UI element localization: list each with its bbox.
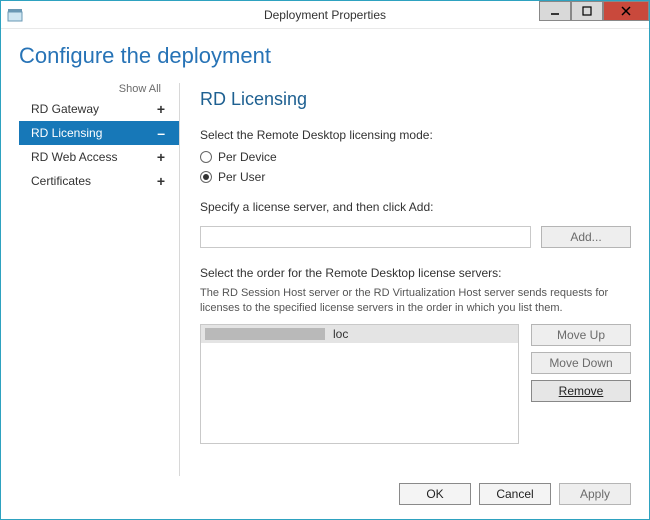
add-server-row: Add... [200,226,631,248]
sidebar-item-label: RD Licensing [31,126,102,140]
sidebar-item-rd-web-access[interactable]: RD Web Access + [19,145,179,169]
expand-icon: + [157,149,165,165]
titlebar: Deployment Properties [1,1,649,29]
add-button[interactable]: Add... [541,226,631,248]
specify-label: Specify a license server, and then click… [200,200,631,214]
cancel-button[interactable]: Cancel [479,483,551,505]
vertical-divider [179,83,180,476]
radio-label: Per Device [218,150,277,164]
order-label: Select the order for the Remote Desktop … [200,266,631,280]
license-server-input[interactable] [200,226,531,248]
license-server-listbox[interactable]: loc [200,324,519,444]
list-item[interactable]: loc [201,325,518,343]
sidebar-item-certificates[interactable]: Certificates + [19,169,179,193]
order-help-text: The RD Session Host server or the RD Vir… [200,286,631,316]
ok-button[interactable]: OK [399,483,471,505]
radio-icon [200,151,212,163]
redacted-text [205,328,325,340]
mode-label: Select the Remote Desktop licensing mode… [200,128,631,142]
server-name: loc [333,327,348,341]
page-title: Configure the deployment [19,43,631,69]
sidebar: Show All RD Gateway + RD Licensing – RD … [19,83,179,476]
dialog-footer: OK Cancel Apply [19,476,631,505]
move-up-button[interactable]: Move Up [531,324,631,346]
content-pane: RD Licensing Select the Remote Desktop l… [192,83,631,476]
minimize-button[interactable] [539,1,571,21]
remove-button[interactable]: Remove [531,380,631,402]
radio-label: Per User [218,170,265,184]
show-all-link[interactable]: Show All [19,83,179,95]
client-area: Configure the deployment Show All RD Gat… [1,29,649,519]
sidebar-item-rd-gateway[interactable]: RD Gateway + [19,97,179,121]
close-button[interactable] [603,1,649,21]
collapse-icon: – [157,125,165,141]
server-list-area: loc Move Up Move Down Remove [200,324,631,444]
radio-per-user[interactable]: Per User [200,170,631,184]
maximize-button[interactable] [571,1,603,21]
deployment-properties-window: Deployment Properties Configure the depl… [0,0,650,520]
sidebar-item-rd-licensing[interactable]: RD Licensing – [19,121,179,145]
radio-per-device[interactable]: Per Device [200,150,631,164]
section-title: RD Licensing [200,89,631,110]
window-buttons [539,1,649,28]
sidebar-item-label: RD Gateway [31,102,99,116]
move-down-button[interactable]: Move Down [531,352,631,374]
sidebar-item-label: Certificates [31,174,91,188]
app-icon [7,7,23,23]
expand-icon: + [157,173,165,189]
list-buttons: Move Up Move Down Remove [531,324,631,444]
sidebar-item-label: RD Web Access [31,150,117,164]
expand-icon: + [157,101,165,117]
apply-button[interactable]: Apply [559,483,631,505]
body: Show All RD Gateway + RD Licensing – RD … [19,83,631,476]
radio-icon [200,171,212,183]
